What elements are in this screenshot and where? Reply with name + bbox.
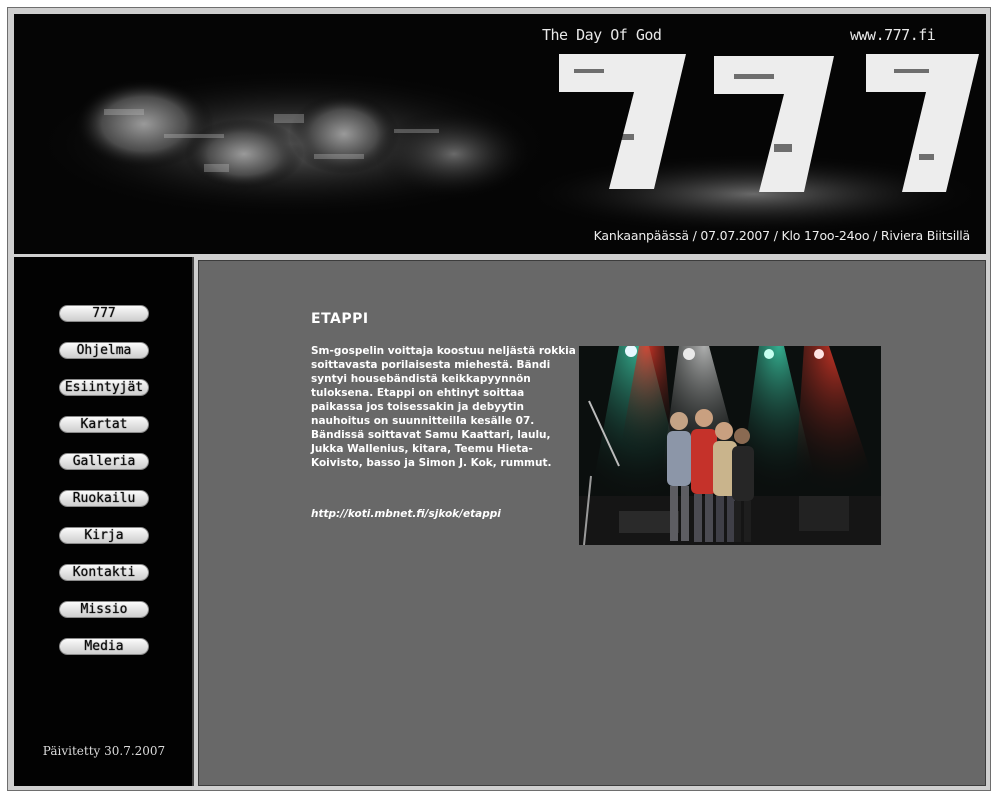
band-photo: [579, 346, 881, 545]
band-description: Sm-gospelin voittaja koostuu neljästä ro…: [311, 345, 576, 469]
nav-kontakti-button[interactable]: Kontakti: [59, 564, 149, 581]
nav-777-button[interactable]: 777: [59, 305, 149, 322]
header-banner: The Day Of God www.777.fi Kankaanpäässä …: [14, 14, 986, 254]
nav-kirja-button[interactable]: Kirja: [59, 527, 149, 544]
nav-ohjelma-button[interactable]: Ohjelma: [59, 342, 149, 359]
nav-galleria-button[interactable]: Galleria: [59, 453, 149, 470]
nav-media-button[interactable]: Media: [59, 638, 149, 655]
event-info: Kankaanpäässä / 07.07.2007 / Klo 17oo-24…: [593, 228, 971, 243]
nav-ruokailu-button[interactable]: Ruokailu: [59, 490, 149, 507]
main-content: ETAPPI Sm-gospelin voittaja koostuu nelj…: [198, 260, 986, 786]
sidebar-nav: 777 Ohjelma Esiintyjät Kartat Galleria R…: [14, 257, 194, 786]
header-tagline: The Day Of God: [542, 26, 662, 44]
nav-esiintyjat-button[interactable]: Esiintyjät: [59, 379, 149, 396]
page-title: ETAPPI: [311, 311, 369, 327]
updated-date: Päivitetty 30.7.2007: [42, 744, 166, 758]
header-site-url: www.777.fi: [850, 26, 936, 44]
nav-kartat-button[interactable]: Kartat: [59, 416, 149, 433]
band-website-link[interactable]: http://koti.mbnet.fi/sjkok/etappi: [311, 508, 501, 520]
grunge-background: [34, 54, 984, 234]
nav-missio-button[interactable]: Missio: [59, 601, 149, 618]
